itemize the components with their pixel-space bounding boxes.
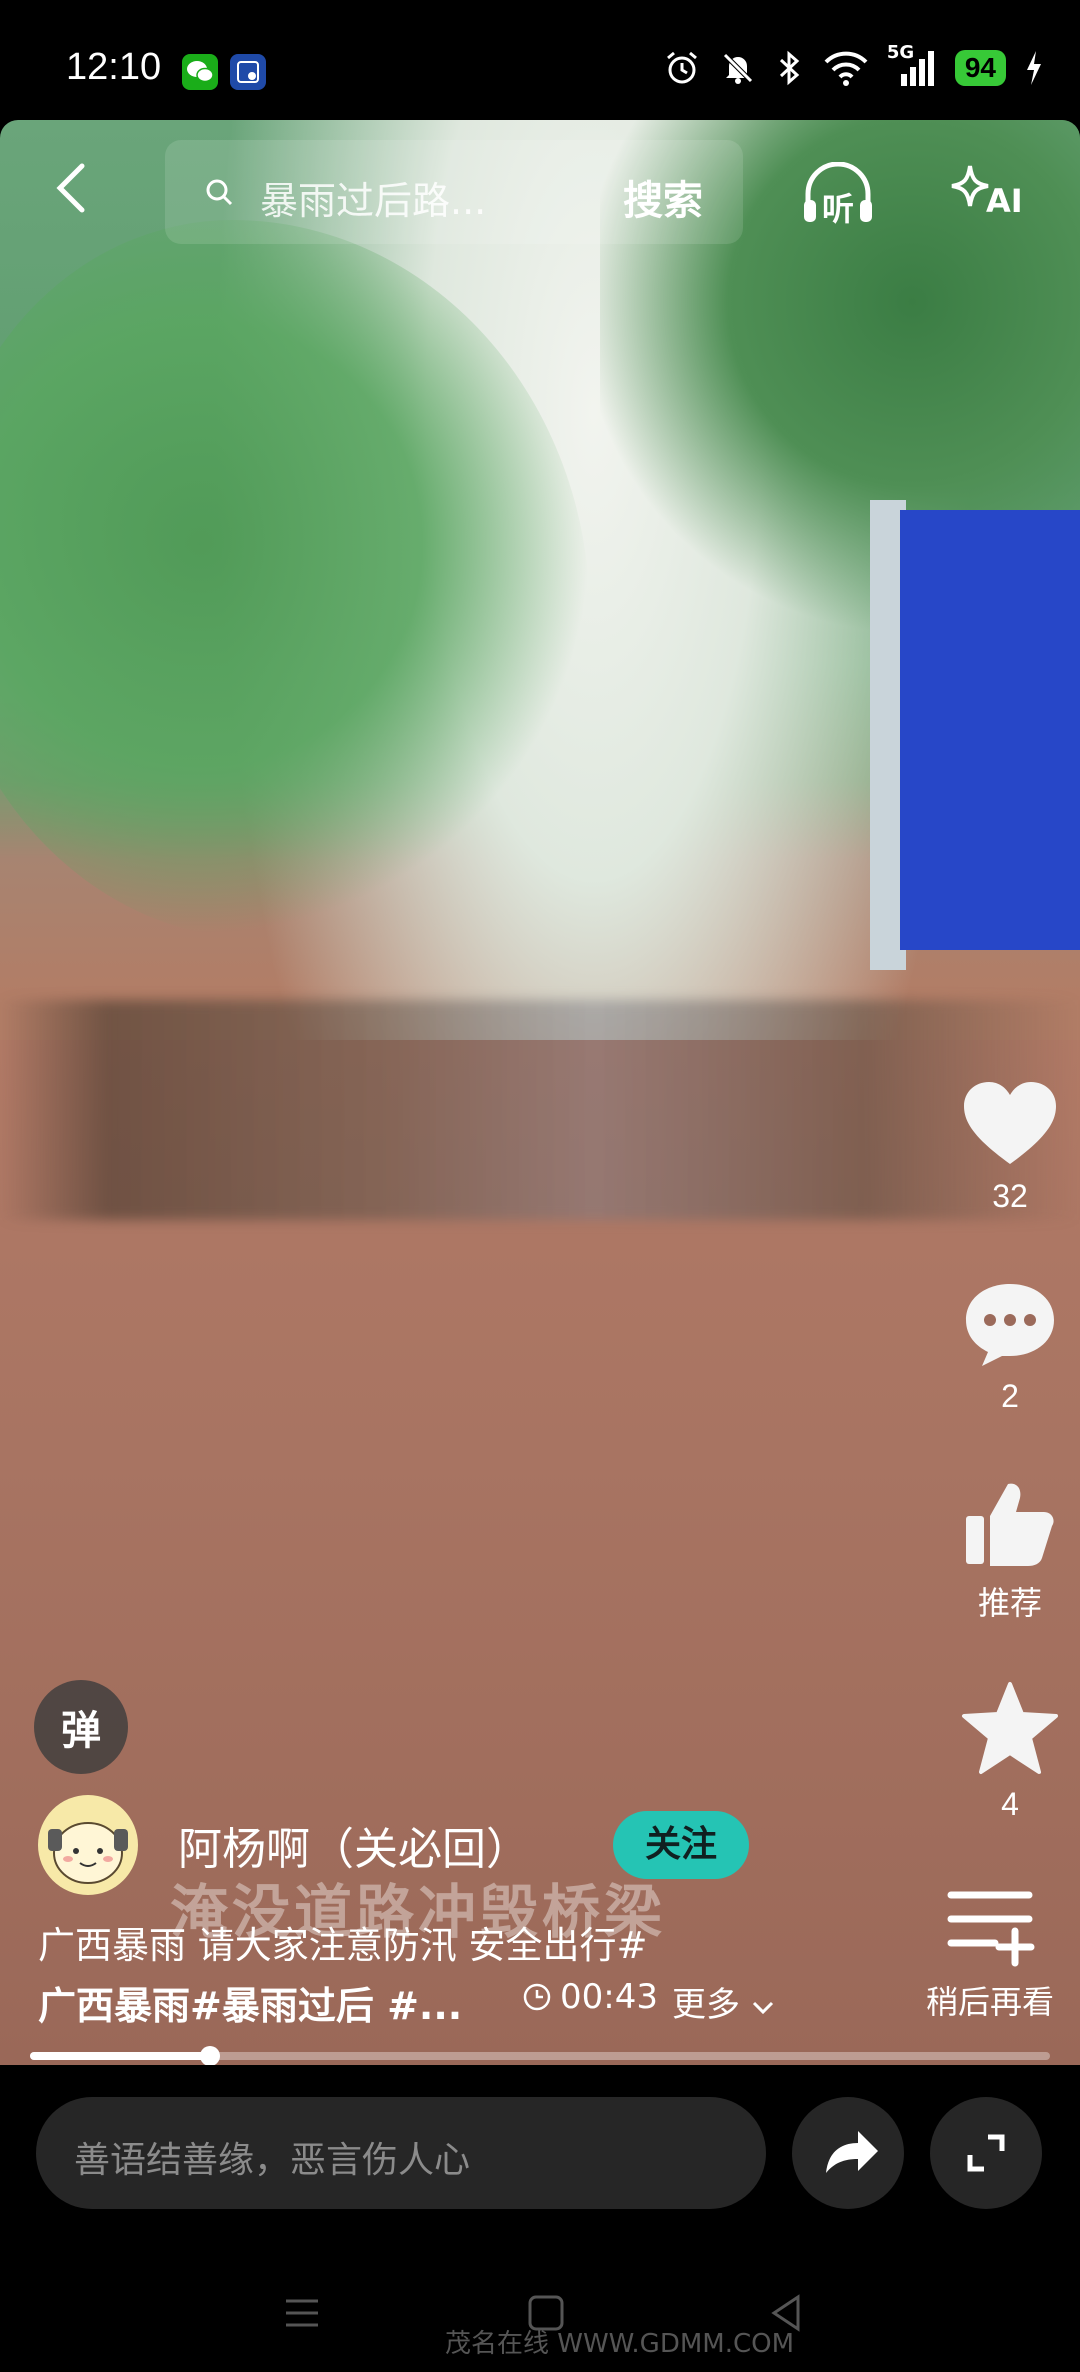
search-icon (206, 179, 233, 206)
listen-label: 听 (822, 190, 855, 228)
chevron-down-icon (752, 2001, 773, 2015)
more-label: 更多 (672, 1985, 740, 2025)
comment-input[interactable]: 善语结善缘，恶言伤人心 (36, 2097, 766, 2209)
top-bar: 暴雨过后路... 搜索 听 AI (0, 128, 1080, 248)
video-scene-trees (0, 220, 590, 940)
author-name[interactable]: 阿杨啊（关必回） (178, 1813, 530, 1877)
avatar[interactable] (38, 1795, 138, 1895)
video-player[interactable]: 淹没道路冲毁桥梁 (0, 120, 1080, 2065)
search-placeholder: 暴雨过后路... (260, 179, 487, 223)
recommend-label: 推荐 (977, 1585, 1042, 1621)
signal-indicator: 5G (887, 42, 937, 88)
mute-icon (723, 53, 753, 84)
recommend-action[interactable]: 推荐 (940, 1480, 1080, 1624)
favorite-action[interactable]: 4 (940, 1680, 1080, 1823)
expand-icon (967, 2134, 1005, 2172)
wechat-icon (182, 54, 218, 90)
like-action[interactable]: 32 (940, 1080, 1080, 1215)
video-scene-debris (0, 1000, 1080, 1220)
clock-icon (523, 1983, 551, 2011)
star-icon (962, 1682, 1058, 1774)
video-hashtags[interactable]: 广西暴雨#暴雨过后 #... (38, 1975, 462, 2030)
follow-button[interactable]: 关注 (613, 1811, 749, 1879)
more-button[interactable]: 更多 (672, 1977, 775, 2026)
ai-label: AI (986, 182, 1023, 220)
comment-placeholder: 善语结善缘，恶言伤人心 (74, 2140, 471, 2181)
video-duration: 00:43 (522, 1977, 658, 2017)
status-indicators: 5G 94 (663, 42, 1044, 92)
heart-icon (964, 1082, 1056, 1164)
video-description: 广西暴雨 请大家注意防汛 安全出行# (38, 1924, 648, 1967)
video-scene-building (900, 510, 1080, 950)
progress-fill (30, 2052, 210, 2060)
share-arrow-icon (826, 2131, 878, 2173)
battery-level: 94 (954, 50, 1006, 86)
back-button[interactable] (52, 160, 92, 216)
status-bar: 12:10 5G 94 (0, 0, 1080, 120)
search-button[interactable]: 搜索 (623, 168, 703, 226)
watch-later-icon (947, 1891, 1035, 1967)
bluetooth-icon (779, 50, 800, 86)
ai-assistant-button[interactable]: AI (948, 158, 1028, 226)
app-notification-icon (230, 54, 266, 90)
search-input[interactable]: 暴雨过后路... 搜索 (165, 140, 743, 244)
comment-action[interactable]: 2 (940, 1280, 1080, 1415)
comment-bubble-icon (966, 1284, 1054, 1366)
share-button[interactable] (792, 2097, 904, 2209)
signal-icon (900, 51, 934, 86)
progress-knob[interactable] (199, 2046, 220, 2066)
thumbs-up-icon (966, 1483, 1054, 1566)
favorite-count: 4 (1001, 1786, 1019, 1822)
comment-count: 2 (1001, 1378, 1019, 1414)
avatar-cartoon-icon (48, 1822, 128, 1884)
danmu-label: 弹 (61, 1708, 101, 1754)
wifi-icon (824, 51, 868, 86)
watch-later-action[interactable]: 稍后再看 (910, 1885, 1070, 2023)
charging-icon (1027, 51, 1041, 85)
fullscreen-button[interactable] (930, 2097, 1042, 2209)
watch-later-label: 稍后再看 (925, 1984, 1054, 2020)
back-arrow-icon (56, 163, 85, 213)
status-time: 12:10 (66, 46, 162, 88)
listen-button[interactable]: 听 (800, 161, 876, 228)
menu-nav-icon[interactable] (282, 2293, 322, 2333)
bottom-bar: 善语结善缘，恶言伤人心 茂名在线 WWW.GDMM.COM (0, 2065, 1080, 2372)
like-count: 32 (992, 1178, 1028, 1214)
alarm-icon (666, 51, 697, 84)
watermark: 茂名在线 WWW.GDMM.COM (445, 2329, 795, 2359)
video-progress-bar[interactable] (30, 2046, 1050, 2066)
danmu-toggle-button[interactable]: 弹 (34, 1680, 128, 1774)
duration-text: 00:43 (560, 1977, 658, 2017)
